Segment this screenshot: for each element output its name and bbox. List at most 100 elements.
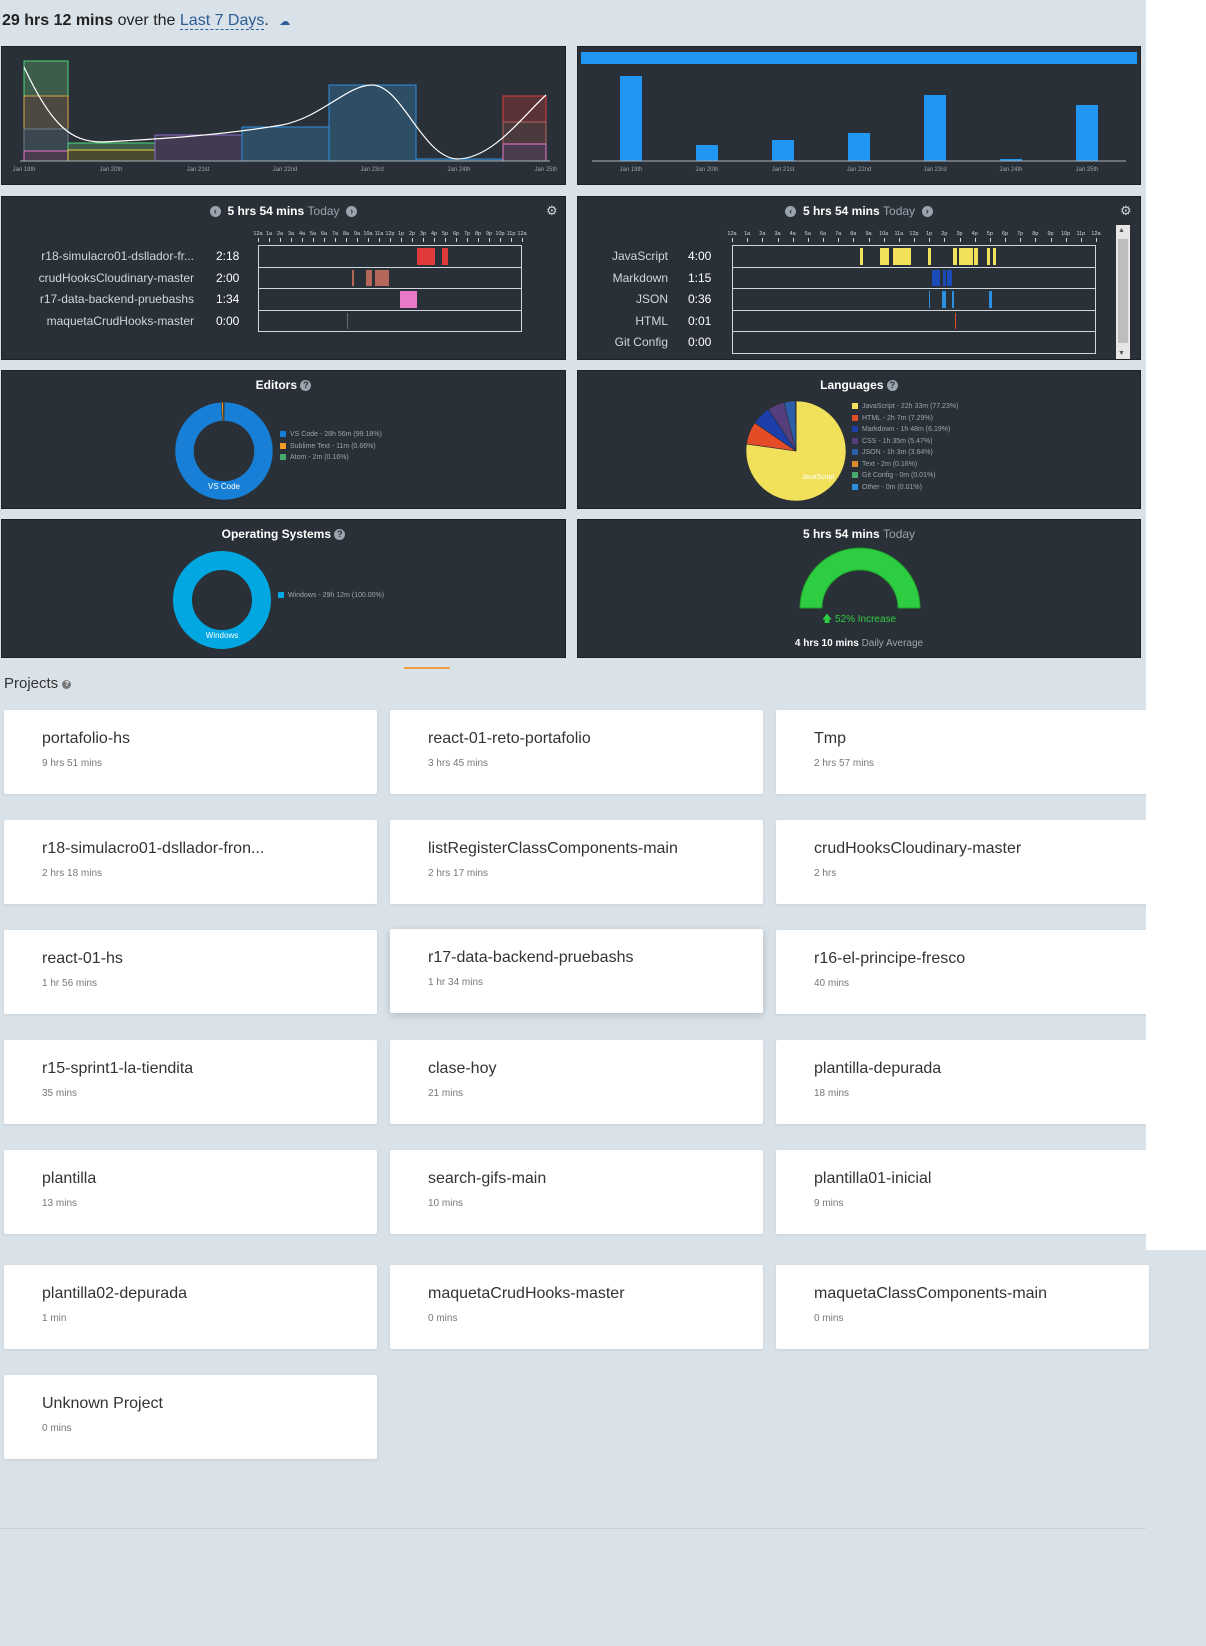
timeline-segment[interactable] [928, 248, 931, 265]
project-name[interactable]: react-01-reto-portafolio [428, 730, 591, 748]
help-icon[interactable]: ? [334, 529, 346, 541]
project-card[interactable]: plantilla01-inicial 9 mins [776, 1150, 1149, 1234]
project-name[interactable]: search-gifs-main [428, 1170, 546, 1188]
timeline-segment[interactable] [953, 248, 957, 265]
project-card[interactable]: r16-el-principe-fresco 40 mins [776, 930, 1149, 1014]
gear-icon[interactable]: ⚙ [546, 203, 558, 219]
chevron-right-icon[interactable]: › [921, 206, 933, 218]
project-card[interactable]: portafolio-hs 9 hrs 51 mins [4, 710, 377, 794]
timeline-segment[interactable] [932, 269, 940, 286]
cloud-icon[interactable]: ☁ [279, 16, 290, 28]
timeline-row-label[interactable]: maquetaCrudHooks-master [47, 314, 194, 328]
chevron-left-icon[interactable]: ‹ [785, 206, 797, 218]
project-name[interactable]: Tmp [814, 730, 846, 748]
project-card[interactable]: r15-sprint1-la-tiendita 35 mins [4, 1040, 377, 1124]
project-card[interactable]: Tmp 2 hrs 57 mins [776, 710, 1149, 794]
timeline-segment[interactable] [955, 312, 956, 329]
project-name[interactable]: r16-el-principe-fresco [814, 950, 965, 968]
legend-item[interactable]: JavaScript - 22h 33m (77.23%) [852, 401, 959, 413]
legend-item[interactable]: Git Config - 0m (0.01%) [852, 470, 959, 482]
legend-item[interactable]: Windows - 29h 12m (100.00%) [278, 590, 384, 602]
chevron-left-icon[interactable]: ‹ [209, 206, 221, 218]
timeline-segment[interactable] [947, 269, 952, 286]
project-card[interactable]: clase-hoy 21 mins [390, 1040, 763, 1124]
timeline-segment[interactable] [929, 291, 930, 308]
legend-item[interactable]: CSS - 1h 35m (5.47%) [852, 436, 959, 448]
day-bar[interactable] [772, 140, 794, 161]
project-name[interactable]: clase-hoy [428, 1060, 496, 1078]
legend-item[interactable]: Text - 2m (0.16%) [852, 459, 959, 471]
project-name[interactable]: plantilla01-inicial [814, 1170, 931, 1188]
project-name[interactable]: react-01-hs [42, 950, 123, 968]
timeline-row-label[interactable]: Markdown [613, 271, 668, 285]
timeline-segment[interactable] [987, 248, 990, 265]
project-card[interactable]: react-01-reto-portafolio 3 hrs 45 mins [390, 710, 763, 794]
legend-item[interactable]: Markdown - 1h 48m (6.19%) [852, 424, 959, 436]
day-bar[interactable] [696, 145, 718, 161]
project-card[interactable]: crudHooksCloudinary-master 2 hrs [776, 820, 1149, 904]
project-name[interactable]: crudHooksCloudinary-master [814, 840, 1021, 858]
scroll-down-icon[interactable]: ▼ [1118, 350, 1125, 357]
project-card[interactable]: Unknown Project 0 mins [4, 1375, 377, 1459]
timeline-row-label[interactable]: r18-simulacro01-dsllador-fr... [41, 249, 194, 263]
timeline-segment[interactable] [989, 291, 992, 308]
project-card[interactable]: react-01-hs 1 hr 56 mins [4, 930, 377, 1014]
chevron-right-icon[interactable]: › [346, 206, 358, 218]
legend-item[interactable]: Sublime Text - 11m (0.66%) [280, 441, 382, 453]
help-icon[interactable]: ? [300, 380, 312, 392]
legend-item[interactable]: VS Code - 28h 56m (99.18%) [280, 429, 382, 441]
gear-icon[interactable]: ⚙ [1120, 203, 1132, 219]
project-name[interactable]: plantilla [42, 1170, 96, 1188]
scrollbar[interactable]: ▲ ▼ [1116, 225, 1130, 359]
timeline-row-label[interactable]: JavaScript [612, 249, 668, 263]
timeline-row-label[interactable]: JSON [636, 292, 668, 306]
project-card[interactable]: maquetaClassComponents-main 0 mins [776, 1265, 1149, 1349]
timeline-segment[interactable] [366, 269, 372, 286]
timeline-segment[interactable] [400, 291, 417, 308]
timeline-segment[interactable] [959, 248, 973, 265]
scrollbar-thumb[interactable] [1118, 239, 1128, 343]
range-selector[interactable]: Last 7 Days [179, 12, 265, 30]
timeline-row-label[interactable]: HTML [635, 314, 668, 328]
project-name[interactable]: r15-sprint1-la-tiendita [42, 1060, 193, 1078]
day-bar[interactable] [848, 133, 870, 161]
timeline-row-label[interactable]: r17-data-backend-pruebashs [40, 292, 194, 306]
project-name[interactable]: maquetaClassComponents-main [814, 1285, 1047, 1303]
scroll-up-icon[interactable]: ▲ [1118, 227, 1125, 234]
timeline-segment[interactable] [417, 248, 435, 265]
timeline-row-label[interactable]: Git Config [615, 335, 668, 349]
timeline-segment[interactable] [942, 291, 946, 308]
project-card[interactable]: r17-data-backend-pruebashs 1 hr 34 mins [390, 929, 763, 1013]
project-name[interactable]: plantilla-depurada [814, 1060, 941, 1078]
project-card[interactable]: listRegisterClassComponents-main 2 hrs 17… [390, 820, 763, 904]
timeline-segment[interactable] [952, 291, 954, 308]
chart-slice[interactable] [173, 551, 271, 649]
project-name[interactable]: r18-simulacro01-dsllador-fron... [42, 840, 264, 858]
project-name[interactable]: listRegisterClassComponents-main [428, 840, 678, 858]
timeline-segment[interactable] [993, 248, 996, 265]
legend-item[interactable]: Atom - 2m (0.16%) [280, 452, 382, 464]
project-name[interactable]: r17-data-backend-pruebashs [428, 949, 633, 967]
timeline-segment[interactable] [860, 248, 863, 265]
project-card[interactable]: r18-simulacro01-dsllador-fron... 2 hrs 18… [4, 820, 377, 904]
project-card[interactable]: plantilla 13 mins [4, 1150, 377, 1234]
timeline-segment[interactable] [974, 248, 978, 265]
legend-item[interactable]: HTML - 2h 7m (7.29%) [852, 413, 959, 425]
legend-item[interactable]: JSON - 1h 3m (3.64%) [852, 447, 959, 459]
timeline-segment[interactable] [375, 269, 389, 286]
project-name[interactable]: Unknown Project [42, 1395, 163, 1413]
day-bar[interactable] [620, 76, 642, 161]
timeline-segment[interactable] [442, 248, 448, 265]
timeline-segment[interactable] [893, 248, 911, 265]
timeline-segment[interactable] [943, 269, 946, 286]
timeline-segment[interactable] [880, 248, 889, 265]
timeline-segment[interactable] [352, 269, 354, 286]
help-icon[interactable]: ? [62, 679, 72, 689]
project-name[interactable]: portafolio-hs [42, 730, 130, 748]
day-bar[interactable] [924, 95, 946, 161]
project-name[interactable]: maquetaCrudHooks-master [428, 1285, 625, 1303]
day-bar[interactable] [1076, 105, 1098, 161]
project-card[interactable]: maquetaCrudHooks-master 0 mins [390, 1265, 763, 1349]
timeline-row-label[interactable]: crudHooksCloudinary-master [39, 271, 194, 285]
project-card[interactable]: search-gifs-main 10 mins [390, 1150, 763, 1234]
